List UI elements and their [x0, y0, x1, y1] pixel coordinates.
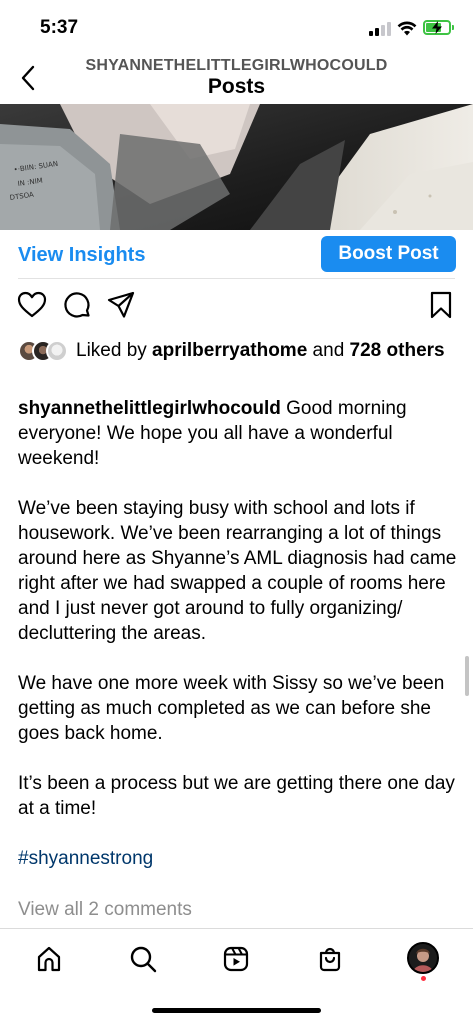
post-caption: shyannethelittlegirlwhocould Good mornin… — [18, 396, 458, 896]
tab-profile[interactable] — [407, 942, 439, 974]
liker-username[interactable]: aprilberryathome — [152, 340, 307, 361]
scrollbar[interactable] — [465, 656, 469, 696]
reels-icon — [223, 946, 249, 972]
status-bar: 5:37 — [0, 0, 473, 52]
caption-paragraph: We have one more week with Sissy so we’v… — [18, 673, 445, 744]
page-title: Posts — [207, 75, 266, 98]
tab-reels[interactable] — [218, 941, 254, 977]
likes-text[interactable]: Liked by aprilberryathome and 728 others — [76, 338, 456, 363]
profile-avatar — [409, 944, 437, 972]
caption-paragraph: We’ve been staying busy with school and … — [18, 498, 457, 644]
wifi-icon — [397, 21, 417, 36]
view-all-comments-link[interactable]: View all 2 comments — [18, 899, 192, 921]
view-insights-link[interactable]: View Insights — [18, 244, 145, 267]
divider — [18, 278, 455, 279]
home-indicator[interactable] — [152, 1008, 321, 1013]
nav-header: SHYANNETHELITTLEGIRLWHOCOULD Posts — [0, 52, 473, 104]
shop-icon — [319, 947, 341, 972]
liker-avatars[interactable] — [18, 340, 72, 364]
tab-search[interactable] — [125, 941, 161, 977]
post-photo[interactable]: •·BIIN: SUAN IN :NIM DTSOA — [0, 104, 473, 230]
tab-home[interactable] — [31, 941, 67, 977]
comment-icon[interactable] — [62, 290, 92, 320]
notification-dot — [421, 976, 426, 981]
bookmark-icon[interactable] — [426, 290, 456, 320]
home-icon — [37, 946, 61, 972]
boost-post-button[interactable]: Boost Post — [321, 236, 456, 272]
post-actions — [0, 290, 473, 322]
signal-icon — [369, 22, 391, 36]
likes-prefix: Liked by — [76, 340, 153, 361]
share-icon[interactable] — [106, 290, 136, 320]
avatar — [46, 340, 68, 362]
likes-middle: and — [307, 340, 350, 361]
hashtag-link[interactable]: #shyannestrong — [18, 848, 153, 869]
caption-username[interactable]: shyannethelittlegirlwhocould — [18, 398, 281, 419]
likes-count[interactable]: 728 others — [350, 340, 445, 361]
tab-shop[interactable] — [312, 941, 348, 977]
search-icon — [130, 946, 157, 973]
caption-paragraph: It’s been a process but we are getting t… — [18, 773, 455, 819]
status-time: 5:37 — [40, 17, 79, 38]
header-username: SHYANNETHELITTLEGIRLWHOCOULD — [85, 57, 388, 74]
insights-row: View Insights Boost Post — [0, 236, 473, 278]
battery-charging-icon — [423, 20, 454, 35]
heart-icon[interactable] — [17, 290, 47, 320]
